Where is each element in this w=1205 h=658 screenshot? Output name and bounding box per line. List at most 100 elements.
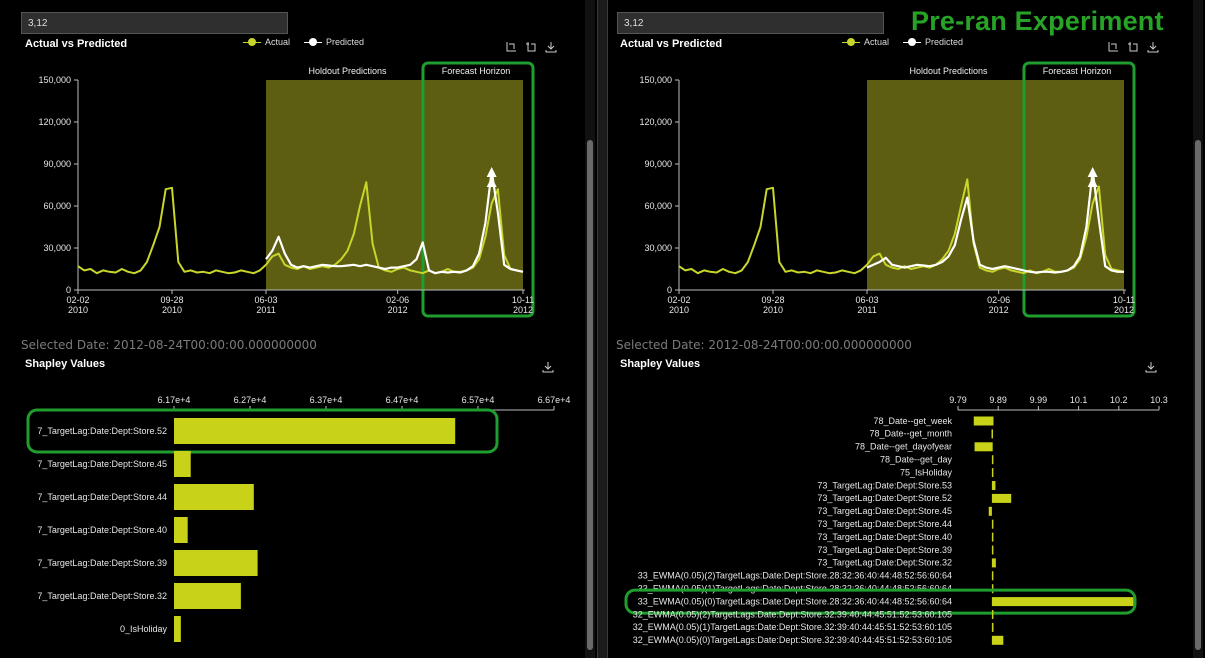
chart-legend: Actual Predicted: [243, 37, 364, 47]
shapley-bar-chart[interactable]: 9.79 9.89 9.99 10.1 10.2 10.3 78_Date--get_wee…: [608, 392, 1198, 658]
left-panel: Actual vs Predicted Actual Predicted Hol…: [0, 0, 598, 658]
y-tick-label: 150,000: [639, 75, 672, 85]
shap-tick-label: 10.3: [1150, 395, 1168, 405]
shap-tick-label: 6.57e+4: [462, 395, 495, 405]
shap-tick-label: 10.1: [1070, 395, 1088, 405]
shapley-title: Shapley Values: [25, 358, 106, 370]
x-tick-label: 10-11: [512, 295, 534, 305]
band-label-holdout: Holdout Predictions: [308, 66, 387, 76]
shap-feature-label: 73_TargetLag:Date:Dept:Store.32: [817, 558, 952, 568]
shap-feature-label: 7_TargetLag:Date:Dept:Store.44: [37, 492, 167, 502]
download-icon[interactable]: [1145, 360, 1159, 374]
download-icon[interactable]: [542, 360, 556, 374]
x-tick-year: 2011: [857, 305, 876, 315]
shap-feature-label: 73_TargetLag:Date:Dept:Store.52: [817, 493, 952, 503]
x-tick-label: 02-06: [386, 295, 409, 305]
reset-icon[interactable]: [1126, 40, 1140, 54]
chart-title: Actual vs Predicted: [25, 38, 128, 50]
legend-predicted-swatch: [304, 38, 323, 46]
shap-tick-label: 6.47e+4: [386, 395, 419, 405]
shap-tick-label: 9.99: [1030, 395, 1048, 405]
x-tick-label: 06-03: [255, 295, 278, 305]
y-tick-label: 0: [667, 285, 672, 295]
shap-feature-label: 78_Date--get_day: [880, 455, 953, 465]
shap-feature-label: 7_TargetLag:Date:Dept:Store.40: [37, 525, 167, 535]
shap-bar: [174, 517, 188, 543]
legend-predicted-label[interactable]: Predicted: [326, 37, 364, 47]
series-search-input[interactable]: [21, 12, 288, 34]
y-tick-label: 30,000: [43, 243, 71, 253]
shap-feature-label: 73_TargetLag:Date:Dept:Store.44: [817, 519, 952, 529]
reset-icon[interactable]: [524, 40, 538, 54]
shap-bar: [991, 610, 994, 619]
shap-feature-label: 7_TargetLag:Date:Dept:Store.32: [37, 591, 167, 601]
y-tick-label: 120,000: [38, 117, 71, 127]
shap-bar: [174, 616, 181, 642]
legend-actual-label[interactable]: Actual: [864, 37, 889, 47]
chart-title: Actual vs Predicted: [620, 38, 723, 50]
x-tick-label: 02-02: [667, 295, 690, 305]
x-tick-label: 02-06: [987, 295, 1010, 305]
scrollbar[interactable]: [1193, 0, 1203, 658]
shapley-bar-chart[interactable]: 6.17e+4 6.27e+4 6.37e+4 6.47e+4 6.57e+4 6.67e…: [0, 392, 590, 658]
x-tick-year: 2011: [256, 305, 275, 315]
shap-bar: [991, 532, 994, 542]
chart-legend: Actual Predicted: [842, 37, 963, 47]
scrollbar-thumb[interactable]: [587, 140, 593, 650]
shap-feature-label: 78_Date--get_month: [869, 429, 952, 439]
shap-bar: [988, 506, 992, 516]
y-tick-label: 60,000: [644, 201, 672, 211]
zoom-icon[interactable]: [1106, 40, 1120, 54]
x-tick-label: 02-02: [66, 295, 89, 305]
actual-vs-predicted-chart[interactable]: Holdout Predictions Forecast Horizon 150,0…: [607, 55, 1141, 325]
y-tick-label: 0: [66, 285, 71, 295]
shap-feature-label: 33_EWMA(0.05)(1)TargetLags:Date:Dept:Sto…: [638, 584, 952, 594]
x-tick-year: 2012: [989, 305, 1009, 315]
shap-bar: [991, 558, 996, 568]
band-label-forecast: Forecast Horizon: [1043, 66, 1112, 76]
shap-tick-label: 9.79: [949, 395, 967, 405]
selected-date: Selected Date: 2012-08-24T00:00:00.00000…: [21, 338, 317, 352]
shap-bar: [174, 550, 258, 576]
shap-feature-label: 7_TargetLag:Date:Dept:Store.45: [37, 459, 167, 469]
panel-divider: [598, 0, 607, 658]
shap-feature-label: 32_EWMA(0.05)(0)TargetLags:Date:Dept:Sto…: [633, 635, 952, 645]
shap-bar: [174, 583, 241, 609]
zoom-icon[interactable]: [504, 40, 518, 54]
download-icon[interactable]: [544, 40, 558, 54]
legend-predicted-swatch: [903, 38, 922, 46]
x-tick-year: 2010: [763, 305, 783, 315]
shap-feature-label: 73_TargetLag:Date:Dept:Store.45: [817, 506, 952, 516]
shap-tick-label: 6.37e+4: [310, 395, 343, 405]
band-holdout: [266, 80, 429, 290]
shap-bar: [174, 451, 191, 477]
x-tick-year: 2010: [162, 305, 182, 315]
shap-feature-label: 75_IsHoliday: [900, 467, 953, 477]
shap-feature-label: 32_EWMA(0.05)(1)TargetLags:Date:Dept:Sto…: [633, 622, 952, 632]
series-search-input[interactable]: [617, 12, 884, 34]
x-tick-label: 06-03: [856, 295, 879, 305]
scrollbar-thumb[interactable]: [1195, 140, 1201, 650]
scrollbar[interactable]: [585, 0, 595, 658]
shap-bar: [973, 416, 994, 426]
x-tick-year: 2012: [513, 305, 533, 315]
actual-vs-predicted-chart[interactable]: Holdout Predictions Forecast Horizon 150,0…: [0, 55, 540, 325]
y-tick-label: 90,000: [644, 159, 672, 169]
shap-bar: [991, 597, 1134, 607]
legend-actual-label[interactable]: Actual: [265, 37, 290, 47]
shap-tick-label: 9.89: [989, 395, 1007, 405]
band-label-forecast: Forecast Horizon: [442, 66, 511, 76]
shap-bar: [174, 418, 456, 444]
x-tick-year: 2012: [388, 305, 408, 315]
legend-predicted-label[interactable]: Predicted: [925, 37, 963, 47]
band-holdout: [867, 80, 1030, 290]
shap-bar: [174, 484, 254, 510]
shap-bar: [991, 519, 994, 529]
shap-tick-label: 6.27e+4: [234, 395, 267, 405]
shap-feature-label: 32_EWMA(0.05)(2)TargetLags:Date:Dept:Sto…: [633, 609, 952, 619]
x-tick-label: 09-28: [761, 295, 784, 305]
shap-tick-label: 6.17e+4: [158, 395, 191, 405]
download-icon[interactable]: [1146, 40, 1160, 54]
shap-feature-label: 73_TargetLag:Date:Dept:Store.39: [817, 545, 952, 555]
x-tick-year: 2012: [1114, 305, 1134, 315]
